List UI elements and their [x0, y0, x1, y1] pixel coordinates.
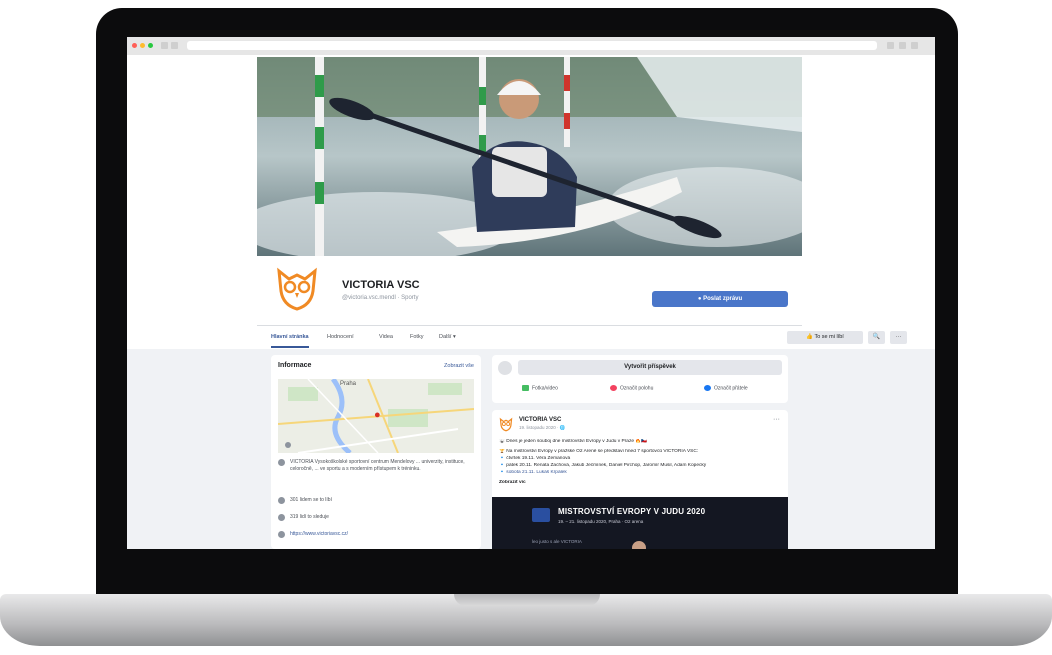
- info-title: Informace: [278, 362, 312, 369]
- post-more-icon[interactable]: ···: [773, 416, 780, 423]
- page-title: VICTORIA VSC: [342, 279, 420, 291]
- more-options-button[interactable]: ···: [890, 331, 907, 344]
- followers-icon: [278, 514, 285, 521]
- check-in-action[interactable]: Označit polohu: [610, 385, 653, 391]
- more-icon: ···: [895, 334, 902, 340]
- athlete-photo: [632, 541, 646, 549]
- profile-picture[interactable]: [271, 261, 323, 313]
- avatar: [498, 361, 512, 375]
- facebook-page: VICTORIA VSC @victoria.vsc.mendl · Sport…: [127, 55, 935, 549]
- kayak-cover-image: [257, 57, 802, 256]
- forward-icon[interactable]: [171, 42, 178, 49]
- address-bar[interactable]: [187, 41, 877, 50]
- page-tabs: Hlavní stránka Hodnocení Videa Fotky Dal…: [257, 325, 907, 348]
- photo-icon: [522, 385, 529, 391]
- location-map[interactable]: Praha ●: [278, 379, 474, 453]
- like-page-label: To se mi líbí: [814, 334, 844, 340]
- map-pin-icon: ●: [374, 409, 381, 421]
- info-likes-text: 301 lidem se to líbí: [290, 497, 332, 503]
- cover-photo[interactable]: [257, 57, 802, 256]
- judo-logo-icon: [532, 508, 550, 522]
- tag-friends-action[interactable]: Označit přátele: [704, 385, 748, 391]
- photo-video-label: Fotka/video: [532, 385, 558, 392]
- tab-videos[interactable]: Videa: [379, 326, 393, 348]
- post-image[interactable]: MISTROVSTVÍ EVROPY V JUDU 2020 19. – 21.…: [492, 497, 788, 549]
- tab-reviews[interactable]: Hodnocení: [327, 326, 354, 348]
- info-about-row: VICTORIA Vysokoškolské sportovní centrum…: [278, 459, 474, 489]
- messenger-icon: ●: [697, 296, 702, 302]
- close-window-icon[interactable]: [132, 43, 137, 48]
- thumbs-up-icon: [278, 497, 285, 504]
- post-date[interactable]: 19. listopadu 2020 · 🌐: [519, 425, 565, 431]
- laptop-notch: [454, 594, 600, 606]
- location-pin-icon: [610, 385, 617, 391]
- maximize-window-icon[interactable]: [148, 43, 153, 48]
- post-text-line: 🔹 čtvrtek 19.11. Věra Zemanová: [499, 456, 571, 461]
- create-post-card: Vytvořit příspěvek Fotka/video Označit p…: [492, 355, 788, 403]
- page-handle: @victoria.vsc.mendl · Sporty: [342, 295, 419, 301]
- see-more-link[interactable]: Zobrazit víc: [499, 480, 783, 486]
- minimize-window-icon[interactable]: [140, 43, 145, 48]
- globe-icon: [278, 531, 285, 538]
- tag-people-icon: [704, 385, 711, 391]
- owl-logo-icon: [499, 417, 513, 432]
- post-text-line: 🔹 sobota 21.11. Lukáš Krpálek: [499, 470, 567, 475]
- tab-more[interactable]: Další ▾: [439, 326, 456, 348]
- browser-toolbar: [127, 37, 935, 56]
- tabs-icon[interactable]: [899, 42, 906, 49]
- post-author-avatar[interactable]: [498, 416, 514, 432]
- photo-video-action[interactable]: Fotka/video: [522, 385, 558, 391]
- create-post-button[interactable]: Vytvořit příspěvek: [518, 360, 782, 375]
- owl-logo-icon: [271, 261, 323, 313]
- send-message-label: Poslat zprávu: [703, 296, 743, 302]
- laptop-screen: VICTORIA VSC @victoria.vsc.mendl · Sport…: [127, 37, 935, 549]
- post-card: VICTORIA VSC 19. listopadu 2020 · 🌐 ··· …: [492, 410, 788, 549]
- tab-photos[interactable]: Fotky: [410, 326, 423, 348]
- tag-friends-label: Označit přátele: [714, 385, 748, 392]
- info-card: Informace Zobrazit vše Praha ● VICTORIA …: [271, 355, 481, 549]
- back-icon[interactable]: [161, 42, 168, 49]
- new-tab-icon[interactable]: [911, 42, 918, 49]
- see-all-link[interactable]: Zobrazit vše: [444, 363, 474, 369]
- check-in-label: Označit polohu: [620, 385, 654, 392]
- info-website-link[interactable]: https://www.victoriavsc.cz/: [290, 531, 470, 538]
- post-author[interactable]: VICTORIA VSC: [519, 417, 561, 423]
- info-circle-icon: [278, 459, 285, 466]
- banner-footer: leo justo s ale VICTORIA: [532, 539, 582, 544]
- post-text-line: 🏆 Na mistrovství Evropy v pražské O2 Are…: [499, 449, 699, 454]
- tab-home[interactable]: Hlavní stránka: [271, 326, 309, 348]
- post-text-line: 🥋 Dnes je jeden souboj dne mistrovství E…: [499, 439, 648, 444]
- like-page-button[interactable]: 👍 To se mi líbí: [787, 331, 863, 344]
- banner-title: MISTROVSTVÍ EVROPY V JUDU 2020: [558, 507, 706, 516]
- banner-subtitle: 19. – 21. listopadu 2020, Praha · O2 are…: [558, 519, 644, 524]
- search-icon: 🔍: [872, 334, 881, 340]
- thumbs-up-icon: 👍: [806, 334, 814, 340]
- map-city-label: Praha: [340, 381, 357, 387]
- share-icon[interactable]: [887, 42, 894, 49]
- info-followers-text: 319 lidí to sleduje: [290, 514, 329, 520]
- send-message-button[interactable]: ● Poslat zprávu: [652, 291, 788, 307]
- search-page-button[interactable]: 🔍: [868, 331, 885, 344]
- info-about-text: VICTORIA Vysokoškolské sportovní centrum…: [290, 459, 465, 472]
- post-text-line: 🔹 pátek 20.11. Renata Zachová, Jakub Ječ…: [499, 463, 707, 468]
